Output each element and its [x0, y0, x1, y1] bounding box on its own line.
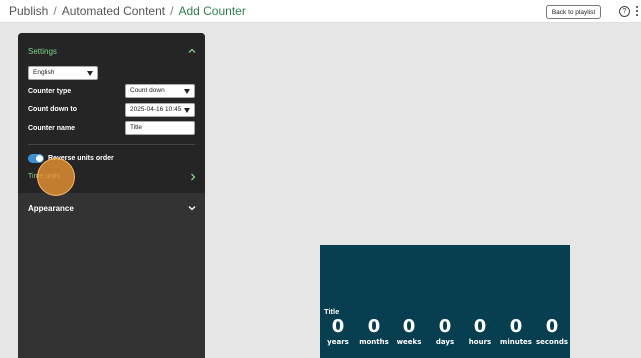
unit-value: 0 [438, 316, 452, 337]
chevron-up-icon[interactable] [188, 47, 196, 55]
unit-weeks: 0 weeks [389, 316, 429, 347]
settings-section: Settings English Counter type Count down… [18, 33, 205, 196]
unit-months: 0 months [354, 316, 394, 347]
more-options-icon[interactable] [636, 4, 641, 18]
unit-minutes: 0 minutes [496, 316, 536, 347]
counter-type-label: Counter type [28, 88, 72, 95]
counter-type-value: Count down [130, 87, 165, 94]
chevron-down-icon[interactable] [188, 204, 196, 212]
breadcrumb-add-counter: Add Counter [178, 4, 246, 18]
unit-label: days [435, 338, 455, 346]
unit-value: 0 [402, 316, 416, 337]
appearance-header[interactable]: Appearance [28, 204, 74, 213]
count-down-to-value: 2025-04-16 10:45 [130, 106, 182, 113]
language-select[interactable]: English [28, 66, 98, 80]
unit-value: 0 [331, 316, 345, 337]
language-select-value: English [33, 69, 55, 76]
unit-value: 0 [367, 316, 381, 337]
unit-label: minutes [500, 338, 532, 346]
breadcrumb-automated-content[interactable]: Automated Content [62, 4, 165, 18]
counter-type-select[interactable]: Count down [125, 84, 195, 98]
breadcrumb: Publish / Automated Content / Add Counte… [9, 4, 246, 18]
back-to-playlist-button[interactable]: Back to playlist [546, 5, 601, 19]
breadcrumb-separator: / [53, 4, 57, 18]
counter-name-label: Counter name [28, 125, 76, 132]
help-icon[interactable]: ? [619, 6, 630, 17]
divider [28, 144, 195, 145]
top-bar: Publish / Automated Content / Add Counte… [0, 0, 641, 23]
count-down-to-select[interactable]: 2025-04-16 10:45 [125, 103, 195, 117]
unit-label: seconds [535, 338, 569, 346]
unit-label: months [359, 338, 389, 346]
chevron-right-icon[interactable] [189, 173, 197, 181]
cursor-click-indicator [37, 158, 75, 196]
unit-label: weeks [396, 338, 422, 346]
unit-years: 0 years [318, 316, 358, 347]
unit-days: 0 days [425, 316, 465, 347]
settings-panel: Settings English Counter type Count down… [18, 33, 205, 358]
breadcrumb-separator: / [170, 4, 174, 18]
unit-hours: 0 hours [460, 316, 500, 347]
count-down-to-label: Count down to [28, 106, 77, 113]
reverse-units-toggle[interactable] [28, 154, 44, 163]
unit-seconds: 0 seconds [532, 316, 572, 347]
settings-header[interactable]: Settings [28, 47, 57, 56]
unit-label: years [327, 338, 349, 346]
unit-value: 0 [473, 316, 487, 337]
breadcrumb-publish[interactable]: Publish [9, 4, 48, 18]
preview-title: Title [324, 307, 340, 316]
dropdown-caret-icon [184, 89, 190, 94]
dropdown-caret-icon [87, 71, 93, 76]
unit-label: hours [468, 338, 492, 346]
counter-name-input[interactable]: Title [125, 121, 195, 135]
unit-value: 0 [545, 316, 559, 337]
dropdown-caret-icon [184, 108, 190, 113]
counter-preview: Title 0 years 0 months 0 weeks 0 days 0 hours… [320, 245, 570, 358]
unit-value: 0 [509, 316, 523, 337]
